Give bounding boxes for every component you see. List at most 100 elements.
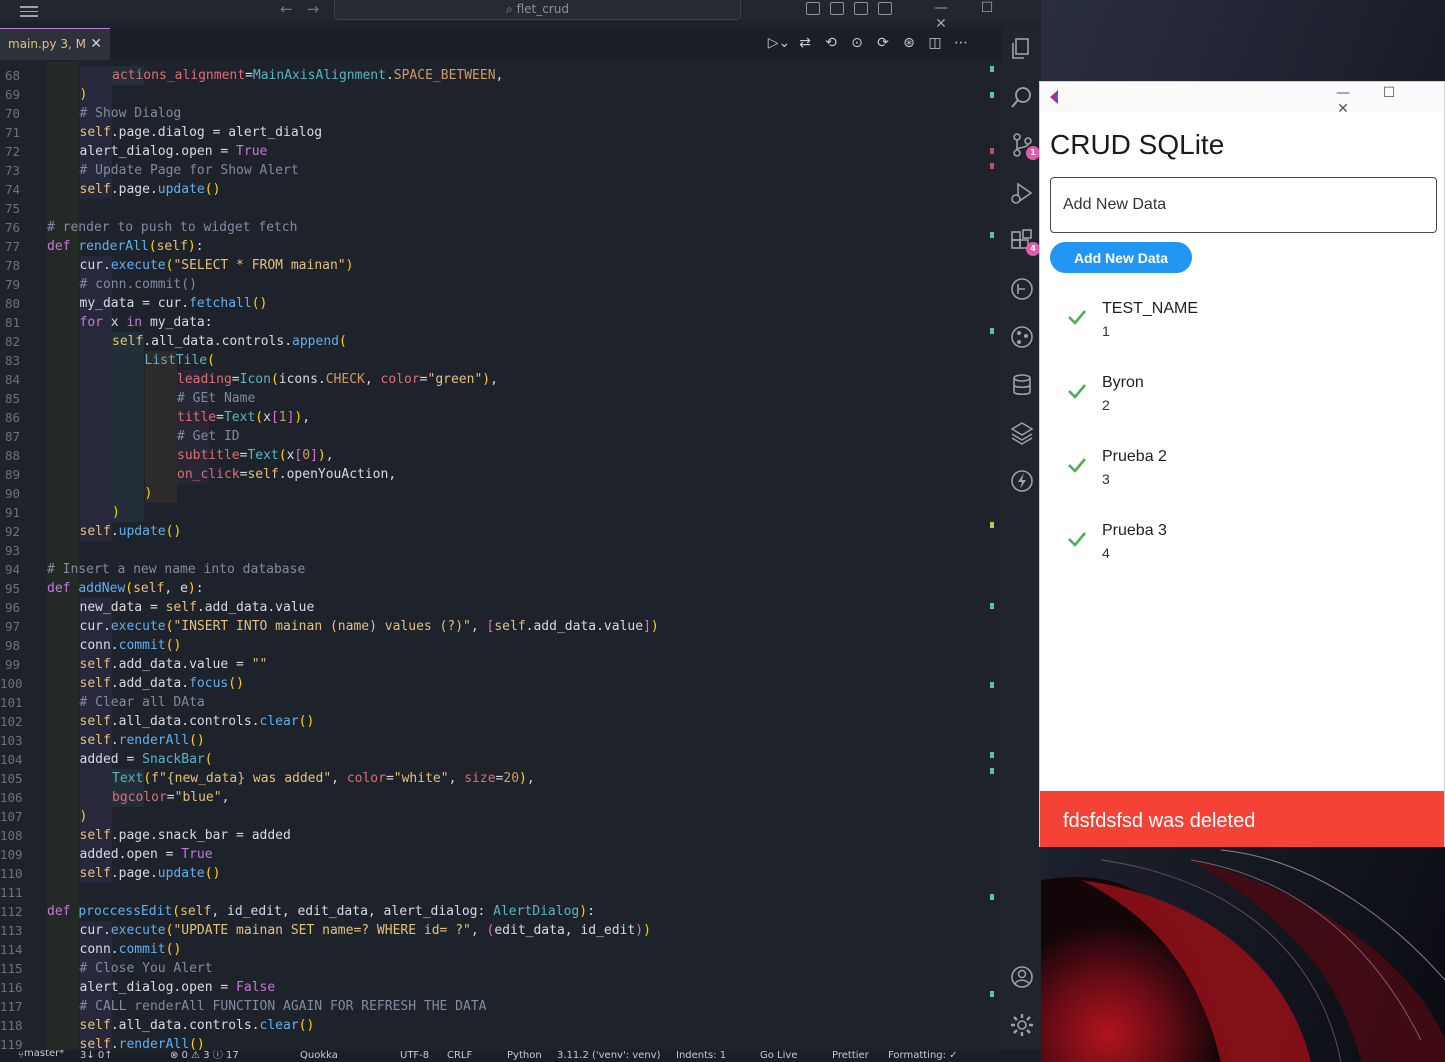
scrollbar-markers[interactable] xyxy=(988,62,996,1050)
prettier-status[interactable]: Prettier xyxy=(832,1050,869,1062)
eol-status[interactable]: CRLF xyxy=(447,1050,472,1062)
code-line[interactable]: 115 # Close You Alert xyxy=(0,959,990,978)
code-line[interactable]: 91) xyxy=(0,503,990,522)
tab-close-icon[interactable]: ✕ xyxy=(90,29,102,59)
code-line[interactable]: 83 ListTile( xyxy=(0,351,990,370)
code-line[interactable]: 79 # conn.commit() xyxy=(0,275,990,294)
code-line[interactable]: 68 actions_alignment=MainAxisAlignment.SP… xyxy=(0,66,990,85)
code-line[interactable]: 94 # Insert a new name into database xyxy=(0,560,990,579)
git-icon[interactable]: ⊛ xyxy=(896,35,922,51)
toggle-sidebar-icon[interactable] xyxy=(806,2,820,15)
app-close-icon[interactable]: ✕ xyxy=(1320,101,1366,117)
code-line[interactable]: 104 added = SnackBar( xyxy=(0,750,990,769)
code-line[interactable]: 81 for x in my_data: xyxy=(0,313,990,332)
code-line[interactable]: 73 # Update Page for Show Alert xyxy=(0,161,990,180)
code-line[interactable]: 69) xyxy=(0,85,990,104)
code-line[interactable]: 112 def proccessEdit(self, id_edit, edit_… xyxy=(0,902,990,921)
remote-explorer-icon[interactable] xyxy=(1009,276,1035,302)
code-line[interactable]: 107) xyxy=(0,807,990,826)
code-line[interactable]: 99 self.add_data.value = "" xyxy=(0,655,990,674)
code-line[interactable]: 86 title=Text(x[1]), xyxy=(0,408,990,427)
problems-status[interactable]: ⊗ 0 ⚠ 3 ⓘ 17 xyxy=(170,1050,239,1062)
timeline-forward-icon[interactable]: ⟳ xyxy=(870,35,896,51)
code-line[interactable]: 90) xyxy=(0,484,990,503)
code-line[interactable]: 97 cur.execute("INSERT INTO mainan (name)… xyxy=(0,617,990,636)
explorer-icon[interactable] xyxy=(1009,36,1035,62)
sync-status[interactable]: 3↓ 0↑ xyxy=(80,1050,113,1062)
more-actions-icon[interactable]: ⋯ xyxy=(948,35,974,51)
code-line[interactable]: 78 cur.execute("SELECT * FROM mainan") xyxy=(0,256,990,275)
compare-icon[interactable]: ⇄ xyxy=(792,35,818,51)
code-line[interactable]: 98 conn.commit() xyxy=(0,636,990,655)
account-icon[interactable] xyxy=(1009,964,1035,990)
code-line[interactable]: 110 self.page.update() xyxy=(0,864,990,883)
customize-layout-icon[interactable] xyxy=(878,2,892,15)
code-line[interactable]: 74 self.page.update() xyxy=(0,180,990,199)
code-line[interactable]: 84 leading=Icon(icons.CHECK, color="green… xyxy=(0,370,990,389)
toggle-panel-icon[interactable] xyxy=(830,2,844,15)
code-line[interactable]: 82 self.all_data.controls.append( xyxy=(0,332,990,351)
interpreter-status[interactable]: 3.11.2 ('venv': venv) xyxy=(557,1050,661,1062)
code-line[interactable]: 118 self.all_data.controls.clear() xyxy=(0,1016,990,1035)
code-line[interactable]: 103 self.renderAll() xyxy=(0,731,990,750)
source-control-icon[interactable]: 1 xyxy=(1009,132,1040,160)
code-line[interactable]: 102 self.all_data.controls.clear() xyxy=(0,712,990,731)
maximize-icon[interactable]: ☐ xyxy=(964,0,1010,16)
lightning-icon[interactable] xyxy=(1009,468,1035,494)
code-line[interactable]: 95 def addNew(self, e): xyxy=(0,579,990,598)
minimize-icon[interactable]: — xyxy=(918,0,964,16)
golive-status[interactable]: Go Live xyxy=(760,1050,797,1062)
nav-arrows[interactable]: ←→ xyxy=(280,0,333,18)
code-line[interactable]: 116 alert_dialog.open = False xyxy=(0,978,990,997)
code-line[interactable]: 76 # render to push to widget fetch xyxy=(0,218,990,237)
layers-icon[interactable] xyxy=(1009,420,1035,446)
command-center[interactable]: ⌕ flet_crud xyxy=(334,0,741,20)
code-line[interactable]: 113 cur.execute("UPDATE mainan SET name=?… xyxy=(0,921,990,940)
app-maximize-icon[interactable]: ☐ xyxy=(1366,85,1412,101)
code-line[interactable]: 75 xyxy=(0,199,990,218)
code-line[interactable]: 117 # CALL renderAll FUNCTION AGAIN FOR R… xyxy=(0,997,990,1016)
code-line[interactable]: 89 on_click=self.openYouAction, xyxy=(0,465,990,484)
list-tile[interactable]: TEST_NAME 1 xyxy=(1040,300,1444,362)
list-tile[interactable]: Byron 2 xyxy=(1040,374,1444,436)
run-debug-icon[interactable] xyxy=(1009,180,1035,206)
code-line[interactable]: 106 bgcolor="blue", xyxy=(0,788,990,807)
app-minimize-icon[interactable]: — xyxy=(1320,85,1366,101)
language-status[interactable]: Python xyxy=(507,1050,542,1062)
add-new-data-button[interactable]: Add New Data xyxy=(1050,242,1192,273)
code-line[interactable]: 108 self.page.snack_bar = added xyxy=(0,826,990,845)
code-line[interactable]: 71 self.page.dialog = alert_dialog xyxy=(0,123,990,142)
formatting-status[interactable]: Formatting: ✓ xyxy=(888,1050,958,1062)
code-line[interactable]: 101 # Clear all DAta xyxy=(0,693,990,712)
code-line[interactable]: 105 Text(f"{new_data} was added", color="… xyxy=(0,769,990,788)
code-line[interactable]: 70 # Show Dialog xyxy=(0,104,990,123)
code-line[interactable]: 72 alert_dialog.open = True xyxy=(0,142,990,161)
code-line[interactable]: 111 xyxy=(0,883,990,902)
code-editor[interactable]: 68 actions_alignment=MainAxisAlignment.SP… xyxy=(0,62,1002,1050)
run-icon[interactable]: ▷⌄ xyxy=(766,35,792,51)
timeline-dot-icon[interactable]: ⊙ xyxy=(844,35,870,51)
quokka-status[interactable]: Quokka xyxy=(300,1050,338,1062)
database-icon[interactable] xyxy=(1009,372,1035,398)
code-line[interactable]: 114 conn.commit() xyxy=(0,940,990,959)
code-line[interactable]: 77 def renderAll(self): xyxy=(0,237,990,256)
list-tile[interactable]: Prueba 3 4 xyxy=(1040,522,1444,584)
code-line[interactable]: 87 # Get ID xyxy=(0,427,990,446)
code-line[interactable]: 119 self.renderAll() xyxy=(0,1035,990,1050)
search-icon[interactable] xyxy=(1009,84,1035,110)
code-line[interactable]: 93 xyxy=(0,541,990,560)
code-line[interactable]: 109 added.open = True xyxy=(0,845,990,864)
code-line[interactable]: 96 new_data = self.add_data.value xyxy=(0,598,990,617)
code-line[interactable]: 92 self.update() xyxy=(0,522,990,541)
toggle-secondary-sidebar-icon[interactable] xyxy=(854,2,868,15)
timeline-back-icon[interactable]: ⟲ xyxy=(818,35,844,51)
encoding-status[interactable]: UTF-8 xyxy=(400,1050,429,1062)
list-tile[interactable]: Prueba 2 3 xyxy=(1040,448,1444,510)
code-line[interactable]: 100 self.add_data.focus() xyxy=(0,674,990,693)
git-graph-icon[interactable] xyxy=(1009,324,1035,350)
code-line[interactable]: 80 my_data = cur.fetchall() xyxy=(0,294,990,313)
split-editor-icon[interactable]: ◫ xyxy=(922,35,948,51)
add-data-input[interactable] xyxy=(1050,177,1437,233)
settings-gear-icon[interactable] xyxy=(1009,1012,1035,1038)
code-line[interactable]: 88 subtitle=Text(x[0]), xyxy=(0,446,990,465)
